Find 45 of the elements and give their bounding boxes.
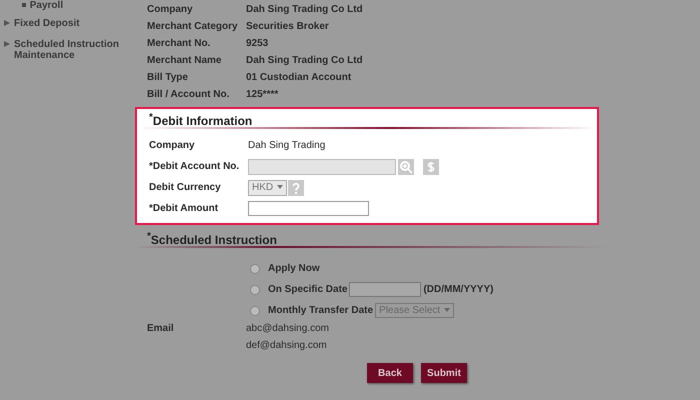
section-title: $^{*}$Scheduled Instruction bbox=[147, 230, 278, 246]
sidebar-link[interactable]: Fixed Deposit bbox=[14, 18, 139, 29]
field-label: Email bbox=[147, 323, 175, 336]
help-icon[interactable] bbox=[288, 180, 304, 196]
radio-button[interactable] bbox=[250, 284, 260, 294]
field-label: Bill / Account No. bbox=[147, 89, 230, 100]
field-value: 125**** bbox=[246, 89, 278, 100]
email-address: def@dahsing.com bbox=[246, 340, 328, 351]
amount-field[interactable] bbox=[248, 201, 369, 216]
action-button[interactable]: Back bbox=[367, 363, 413, 383]
bullet-icon bbox=[22, 3, 26, 7]
field-value: 01 Custodian Account bbox=[246, 72, 352, 83]
field-value: Securities Broker bbox=[246, 21, 329, 32]
search-icon[interactable] bbox=[398, 158, 414, 174]
caret-icon bbox=[444, 308, 450, 312]
triangle-icon bbox=[4, 20, 10, 26]
field-label: Company bbox=[149, 140, 196, 151]
option-label: Monthly Transfer Date bbox=[268, 305, 374, 316]
radio-button[interactable] bbox=[250, 306, 260, 316]
field-label: Bill Type bbox=[147, 72, 189, 83]
field-value: Dah Sing Trading Co Ltd bbox=[246, 55, 363, 66]
caret-icon bbox=[277, 184, 284, 189]
date-format-hint: (DD/MM/YYYY) bbox=[423, 284, 494, 295]
date-field[interactable] bbox=[349, 282, 422, 297]
option-label: Apply Now bbox=[268, 263, 320, 274]
option-label: On Specific Date bbox=[268, 284, 348, 295]
section-title: $^{*}$Debit Information bbox=[149, 111, 254, 127]
field-label: Merchant Name bbox=[147, 55, 222, 66]
field-label: Merchant Category bbox=[147, 21, 239, 32]
triangle-icon bbox=[4, 41, 10, 47]
field-label: *Debit Amount bbox=[149, 203, 220, 214]
field-label: Debit Currency bbox=[149, 182, 222, 193]
email-address: abc@dahsing.com bbox=[246, 323, 329, 334]
dollar-icon[interactable] bbox=[423, 158, 439, 174]
field-value: Dah Sing Trading bbox=[248, 140, 326, 151]
field-label: Merchant No. bbox=[147, 38, 212, 49]
radio-button[interactable] bbox=[250, 264, 260, 274]
field-value: 9253 bbox=[246, 38, 268, 49]
field-label: Company bbox=[147, 4, 194, 15]
sidebar-link[interactable]: Payroll bbox=[30, 0, 147, 11]
action-button[interactable]: Submit bbox=[421, 363, 467, 383]
currency-dropdown[interactable]: HKD bbox=[248, 180, 288, 196]
field-value: Dah Sing Trading Co Ltd bbox=[246, 4, 363, 15]
sidebar-link[interactable]: Scheduled Instruction Maintenance bbox=[14, 39, 139, 61]
field-label: *Debit Account No. bbox=[149, 161, 240, 172]
